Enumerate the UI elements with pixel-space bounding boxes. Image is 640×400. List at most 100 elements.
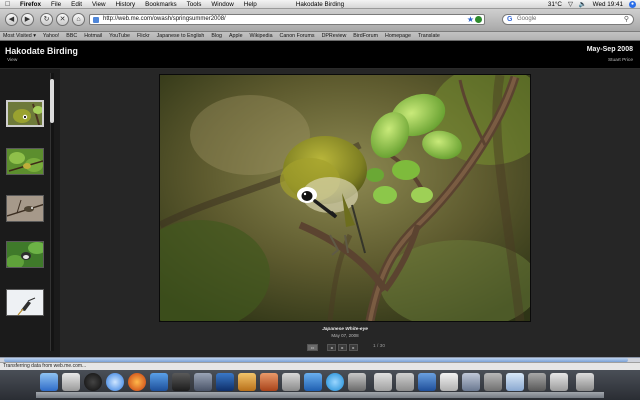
app-icon-grey[interactable]: [348, 373, 366, 391]
word-icon[interactable]: [418, 373, 436, 391]
thumbnail-white-eye[interactable]: [6, 100, 44, 127]
preview-icon[interactable]: [282, 373, 300, 391]
menu-window[interactable]: Window: [211, 0, 233, 9]
menubar-extras: 31°C ▽ 🔈 Wed 19:41 ●: [542, 0, 636, 9]
menu-bookmarks[interactable]: Bookmarks: [145, 0, 177, 9]
skype-icon[interactable]: [326, 373, 344, 391]
view-menu-link[interactable]: View: [7, 58, 17, 63]
menu-firefox[interactable]: Firefox: [20, 0, 41, 9]
photo-counter: 1 / 30: [373, 344, 386, 349]
bookmark-translate[interactable]: Translate: [418, 33, 440, 39]
bookmark-flickr[interactable]: Flickr: [137, 33, 150, 39]
menu-tools[interactable]: Tools: [187, 0, 202, 9]
menu-file[interactable]: File: [51, 0, 61, 9]
menu-view[interactable]: View: [92, 0, 106, 9]
home-button[interactable]: ⌂: [72, 13, 85, 26]
folder-icon[interactable]: [374, 373, 392, 391]
web-stack-icon[interactable]: [550, 373, 568, 391]
thumbnail-green-bird[interactable]: [6, 148, 44, 175]
gallery-header: Hakodate Birding View May-Sep 2008 Stuar…: [0, 41, 640, 68]
menu-list: Firefox File Edit View History Bookmarks…: [20, 0, 267, 9]
macos-menubar:  Firefox File Edit View History Bookmar…: [0, 0, 640, 9]
previous-photo-button[interactable]: ◂: [327, 344, 336, 351]
photo-viewer: Japanese White-eye May 07, 2008 ▭ ◂ ▸ ▸ …: [60, 65, 640, 357]
url-text[interactable]: http://web.me.com/owash/springsummer2008…: [103, 15, 226, 24]
thumbnail-branch-bird[interactable]: [6, 195, 44, 222]
forward-button[interactable]: ▶: [21, 13, 34, 26]
stack-icon[interactable]: [440, 373, 458, 391]
downloads-stack-icon[interactable]: [462, 373, 480, 391]
firefox-icon[interactable]: [128, 373, 146, 391]
photo-caption-title: Japanese White-eye: [322, 327, 368, 332]
owner-name: Stuart Price: [607, 58, 633, 63]
dashboard-icon[interactable]: [84, 373, 102, 391]
gallery-title: Hakodate Birding: [5, 46, 78, 56]
bookmarks-toolbar: Most Visited ▾ Yahoo! BBC Hotmail YouTub…: [0, 32, 640, 41]
apple-menu-icon[interactable]: : [5, 0, 10, 9]
thumbnail-filmstrip: [0, 69, 60, 357]
lightroom-icon[interactable]: [194, 373, 212, 391]
bookmark-japanese-to-english[interactable]: Japanese to English: [157, 33, 205, 39]
system-preferences-icon[interactable]: [304, 373, 322, 391]
dock: [0, 370, 640, 400]
clock[interactable]: Wed 19:41: [593, 0, 623, 9]
applications-stack-icon[interactable]: [506, 373, 524, 391]
thumbnail-foliage-bird[interactable]: [6, 241, 44, 268]
bookmark-youtube[interactable]: YouTube: [109, 33, 130, 39]
bookmark-hotmail[interactable]: Hotmail: [84, 33, 102, 39]
bookmark-blog[interactable]: Blog: [211, 33, 222, 39]
mail-icon[interactable]: [62, 373, 80, 391]
document-icon[interactable]: [396, 373, 414, 391]
main-photo[interactable]: [130, 65, 550, 330]
iphoto-icon[interactable]: [238, 373, 256, 391]
gallery-page: Hakodate Birding View May-Sep 2008 Stuar…: [0, 41, 640, 357]
status-bar: Transferring data from web.me.com...: [0, 362, 640, 370]
itunes-icon[interactable]: [150, 373, 168, 391]
bookmark-wikipedia[interactable]: Wikipedia: [250, 33, 273, 39]
menu-history[interactable]: History: [116, 0, 136, 9]
site-favicon-icon: [93, 17, 99, 23]
photoshop-icon[interactable]: [216, 373, 234, 391]
bookmark-canon-forums[interactable]: Canon Forums: [280, 33, 315, 39]
grid-view-button[interactable]: ▭: [307, 344, 318, 351]
thumbnail-sky-bird[interactable]: [6, 289, 44, 316]
date-range: May-Sep 2008: [586, 46, 633, 53]
menu-help[interactable]: Help: [244, 0, 257, 9]
app-icon-orange[interactable]: [260, 373, 278, 391]
bookmark-star-icon[interactable]: ★: [467, 15, 474, 24]
reload-button[interactable]: ↻: [40, 13, 53, 26]
wifi-icon[interactable]: ▽: [568, 0, 573, 9]
documents-stack-icon[interactable]: [484, 373, 502, 391]
menu-edit[interactable]: Edit: [71, 0, 82, 9]
bookmark-bbc[interactable]: BBC: [66, 33, 77, 39]
google-icon[interactable]: G: [507, 15, 512, 24]
bookmark-birdforum[interactable]: BirdForum: [353, 33, 378, 39]
filmstrip-scrollbar-thumb[interactable]: [50, 79, 54, 123]
browser-toolbar: ◀ ▶ ↻ ✕ ⌂ http://web.me.com/owash/spring…: [0, 9, 640, 32]
safari-icon[interactable]: [106, 373, 124, 391]
search-input[interactable]: G Google ⚲: [502, 14, 634, 25]
spotlight-icon[interactable]: ●: [629, 1, 636, 8]
camera-app-icon[interactable]: [172, 373, 190, 391]
next-photo-button[interactable]: ▸: [349, 344, 358, 351]
address-bar[interactable]: http://web.me.com/owash/springsummer2008…: [89, 14, 485, 25]
pictures-stack-icon[interactable]: [528, 373, 546, 391]
go-button[interactable]: [475, 16, 482, 23]
bookmark-most-visited[interactable]: Most Visited ▾: [3, 33, 36, 39]
bookmark-dpreview[interactable]: DPReview: [322, 33, 347, 39]
volume-icon[interactable]: 🔈: [579, 0, 587, 9]
dock-shelf: [36, 392, 604, 398]
play-slideshow-button[interactable]: ▸: [338, 344, 347, 351]
bookmark-homepage[interactable]: Homepage: [385, 33, 411, 39]
back-button[interactable]: ◀: [5, 13, 18, 26]
trash-icon[interactable]: [576, 373, 594, 391]
bookmark-yahoo[interactable]: Yahoo!: [43, 33, 59, 39]
bookmark-apple[interactable]: Apple: [229, 33, 243, 39]
stop-button[interactable]: ✕: [56, 13, 69, 26]
temperature-readout[interactable]: 31°C: [548, 0, 562, 9]
photo-caption-date: May 07, 2008: [331, 333, 359, 338]
search-icon[interactable]: ⚲: [624, 15, 629, 24]
finder-icon[interactable]: [40, 373, 58, 391]
search-placeholder: Google: [517, 16, 537, 22]
slideshow-controls: ▭ ◂ ▸ ▸: [307, 344, 360, 351]
